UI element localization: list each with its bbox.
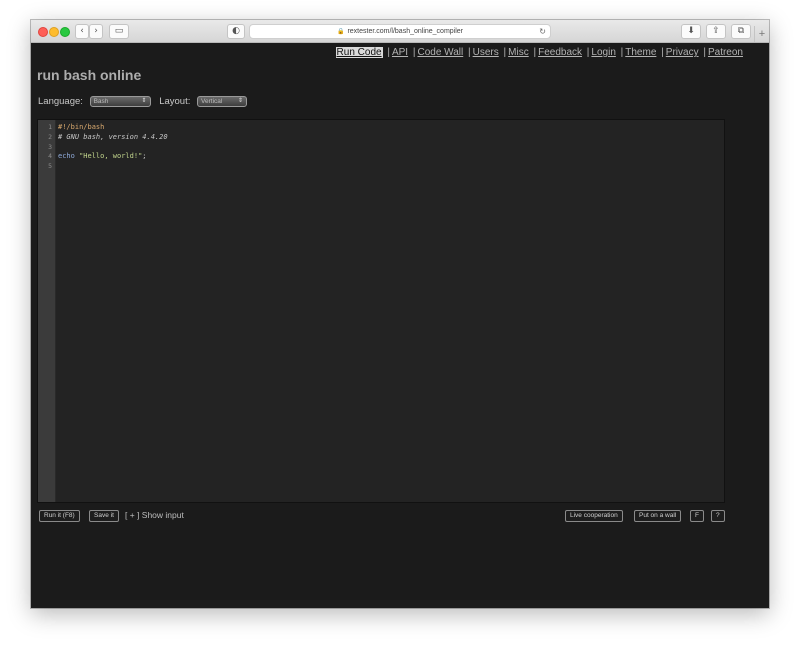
line-number-gutter: 1 2 3 4 5 (38, 120, 56, 502)
line-number: 5 (48, 162, 52, 171)
downloads-button[interactable]: ⬇ (681, 24, 701, 39)
nav-separator: | (703, 47, 706, 58)
string-token: "Hello, world!" (79, 152, 143, 161)
nav-login[interactable]: Login (591, 47, 615, 58)
language-label: Language: (38, 96, 83, 107)
shield-icon: ◐ (232, 26, 240, 36)
minimize-window-button[interactable] (49, 27, 59, 37)
nav-users[interactable]: Users (473, 47, 499, 58)
language-select[interactable]: Bash ⇕ (89, 96, 151, 107)
language-select-value: Bash (93, 98, 109, 105)
close-window-button[interactable] (38, 27, 48, 37)
select-arrow-icon: ⇕ (237, 98, 244, 104)
nav-separator: | (387, 47, 390, 58)
line-number: 1 (48, 123, 52, 131)
privacy-report-button[interactable]: ◐ (227, 24, 245, 39)
page-title: run bash online (37, 67, 142, 83)
punctuation-token: ; (142, 152, 147, 161)
code-line: # GNU bash, version 4.4.20 (58, 133, 168, 143)
line-number: 3 (48, 142, 52, 151)
layout-select-value: Vertical (201, 98, 223, 105)
tab-overview-button[interactable]: ⧉ (731, 24, 751, 39)
line-number: 4 (48, 152, 52, 161)
chevron-left-icon: ‹ (80, 26, 84, 36)
new-tab-button[interactable]: + (754, 26, 769, 42)
nav-code-wall[interactable]: Code Wall (417, 47, 463, 58)
forward-button[interactable]: › (89, 24, 103, 39)
plus-icon: + (758, 28, 766, 40)
tabs-icon: ⧉ (737, 26, 745, 36)
code-line: #!/bin/bash (58, 123, 168, 133)
fullscreen-button[interactable]: F (690, 510, 704, 522)
reload-icon[interactable]: ↻ (539, 25, 546, 38)
top-navigation: Run Code | API | Code Wall | Users | Misc | F… (335, 47, 743, 58)
layout-label: Layout: (159, 96, 191, 107)
run-button[interactable]: Run it (F8) (39, 510, 80, 522)
shebang-token: #!/bin/bash (58, 123, 105, 131)
code-editor[interactable]: 1 2 3 4 5 #!/bin/bash # GNU bash, versio… (37, 119, 725, 503)
comment-token: # GNU bash, version 4.4.20 (58, 132, 168, 141)
editor-controls: Language: Bash ⇕ Layout: Vertical ⇕ (38, 96, 253, 107)
share-icon: ⇪ (712, 26, 720, 36)
chevron-right-icon: › (94, 26, 98, 36)
nav-run-code[interactable]: Run Code (335, 47, 383, 58)
sidebar-icon: ▭ (114, 26, 124, 36)
browser-toolbar: ‹ › ▭ ◐ 🔒 rextester.com/l/bash_online_com… (31, 20, 769, 43)
code-line: echo "Hello, world!"; (58, 152, 168, 162)
nav-separator: | (620, 47, 624, 58)
show-input-toggle[interactable]: [ + ] Show input (125, 510, 184, 520)
nav-separator: | (533, 47, 537, 58)
keyword-token: echo (58, 152, 75, 161)
nav-separator: | (412, 47, 416, 58)
put-on-wall-button[interactable]: Put on a wall (634, 510, 682, 522)
layout-select[interactable]: Vertical ⇕ (197, 96, 248, 107)
line-number: 2 (48, 132, 52, 141)
code-content[interactable]: #!/bin/bash # GNU bash, version 4.4.20 e… (58, 123, 168, 172)
nav-privacy[interactable]: Privacy (666, 47, 699, 58)
select-arrow-icon: ⇕ (141, 98, 147, 104)
help-button[interactable]: ? (711, 510, 725, 522)
address-text: rextester.com/l/bash_online_compiler (347, 28, 464, 35)
download-icon: ⬇ (687, 26, 695, 36)
nav-patreon[interactable]: Patreon (708, 47, 743, 58)
nav-separator: | (661, 47, 664, 58)
address-bar[interactable]: 🔒 rextester.com/l/bash_online_compiler ↻ (249, 24, 551, 39)
lock-icon: 🔒 (336, 29, 345, 35)
zoom-window-button[interactable] (60, 27, 70, 37)
nav-misc[interactable]: Misc (508, 47, 529, 58)
share-button[interactable]: ⇪ (706, 24, 726, 39)
nav-separator: | (503, 47, 507, 58)
nav-separator: | (586, 47, 590, 58)
live-cooperation-button[interactable]: Live cooperation (565, 510, 623, 522)
nav-theme[interactable]: Theme (625, 47, 656, 58)
sidebar-toggle-button[interactable]: ▭ (109, 24, 129, 39)
nav-api[interactable]: API (392, 47, 408, 58)
browser-window: ‹ › ▭ ◐ 🔒 rextester.com/l/bash_online_com… (31, 20, 769, 608)
nav-feedback[interactable]: Feedback (538, 47, 582, 58)
back-button[interactable]: ‹ (75, 24, 89, 39)
nav-separator: | (468, 47, 471, 58)
save-button[interactable]: Save it (89, 510, 119, 522)
